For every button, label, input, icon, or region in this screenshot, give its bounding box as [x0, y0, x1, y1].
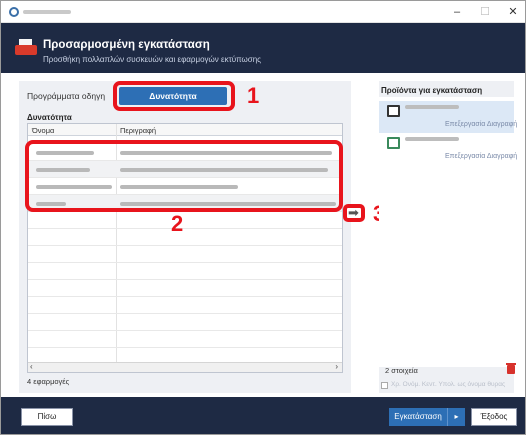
list-item-empty: [28, 263, 342, 280]
list-item-empty: [28, 212, 342, 229]
callout-number-1: 1: [247, 83, 260, 108]
list-item-empty: [28, 297, 342, 314]
minimize-button[interactable]: –: [443, 1, 471, 23]
horizontal-scrollbar[interactable]: ‹ ›: [28, 362, 342, 372]
scroll-left-icon[interactable]: ‹: [30, 362, 33, 371]
capability-section-label: Δυνατότητα: [27, 113, 72, 122]
maximize-button[interactable]: ☐: [471, 1, 499, 23]
list-item-empty: [28, 331, 342, 348]
header-banner: Προσαρμοσμένη εγκατάσταση Προσθήκη πολλα…: [1, 23, 525, 73]
product-name-redacted: [405, 137, 459, 141]
application-icon: [387, 137, 400, 149]
callout-highlight-tab: [113, 81, 235, 111]
list-item-empty: [28, 314, 342, 331]
tab-drivers[interactable]: Προγράμματα οδηγη: [27, 87, 115, 105]
install-button[interactable]: Εγκατάσταση: [389, 408, 447, 426]
close-button[interactable]: ✕: [499, 1, 525, 23]
trash-icon[interactable]: [506, 363, 516, 374]
arrow-right-icon: ➡: [348, 205, 359, 220]
applications-count: 4 εφαρμογές: [27, 377, 70, 386]
product-name-redacted: [405, 105, 459, 109]
product-item[interactable]: Επεξεργασία Διαγραφή: [379, 101, 517, 133]
product-item[interactable]: Επεξεργασία Διαγραφή: [379, 133, 517, 165]
column-header-description[interactable]: Περιγραφή: [120, 126, 156, 135]
title-bar: – ☐ ✕: [1, 1, 525, 23]
list-item-empty: [28, 280, 342, 297]
products-to-install-title: Προϊόντα για εγκατάσταση: [381, 86, 483, 95]
list-item-empty: [28, 229, 342, 246]
install-dropdown-button[interactable]: ▸: [447, 408, 465, 426]
printer-icon: [15, 39, 37, 57]
callout-number-2: 2: [171, 211, 184, 236]
scroll-right-icon[interactable]: ›: [335, 362, 338, 371]
panel-gap: [351, 81, 379, 393]
window-title-redacted: [23, 10, 71, 14]
column-header-name[interactable]: Όνομα: [32, 126, 54, 135]
products-list[interactable]: Επεξεργασία Διαγραφή Επεξεργασία Διαγραφ…: [379, 97, 517, 367]
installer-window: – ☐ ✕ Προσαρμοσμένη εγκατάσταση Προσθήκη…: [0, 0, 526, 435]
exit-button[interactable]: Έξοδος: [471, 408, 517, 426]
list-header: Όνομα Περιγραφή: [28, 124, 342, 136]
page-title: Προσαρμοσμένη εγκατάσταση: [43, 39, 210, 51]
product-actions[interactable]: Επεξεργασία Διαγραφή: [445, 153, 517, 160]
hostname-as-port-checkbox[interactable]: [381, 382, 388, 389]
app-icon: [9, 7, 19, 17]
list-item-empty: [28, 246, 342, 263]
back-button[interactable]: Πίσω: [21, 408, 73, 426]
items-count: 2 στοιχεία: [385, 366, 418, 375]
product-actions[interactable]: Επεξεργασία Διαγραφή: [445, 121, 517, 128]
hostname-as-port-label: Χρ. Ονόμ. Κεντ. Υπολ. ως όνομα θυρας: [391, 381, 506, 388]
add-to-install-button[interactable]: ➡: [343, 204, 365, 222]
printer-driver-icon: [387, 105, 400, 117]
page-subtitle: Προσθήκη πολλαπλών συσκευών και εφαρμογώ…: [43, 55, 261, 64]
callout-highlight-rows: [25, 140, 343, 212]
